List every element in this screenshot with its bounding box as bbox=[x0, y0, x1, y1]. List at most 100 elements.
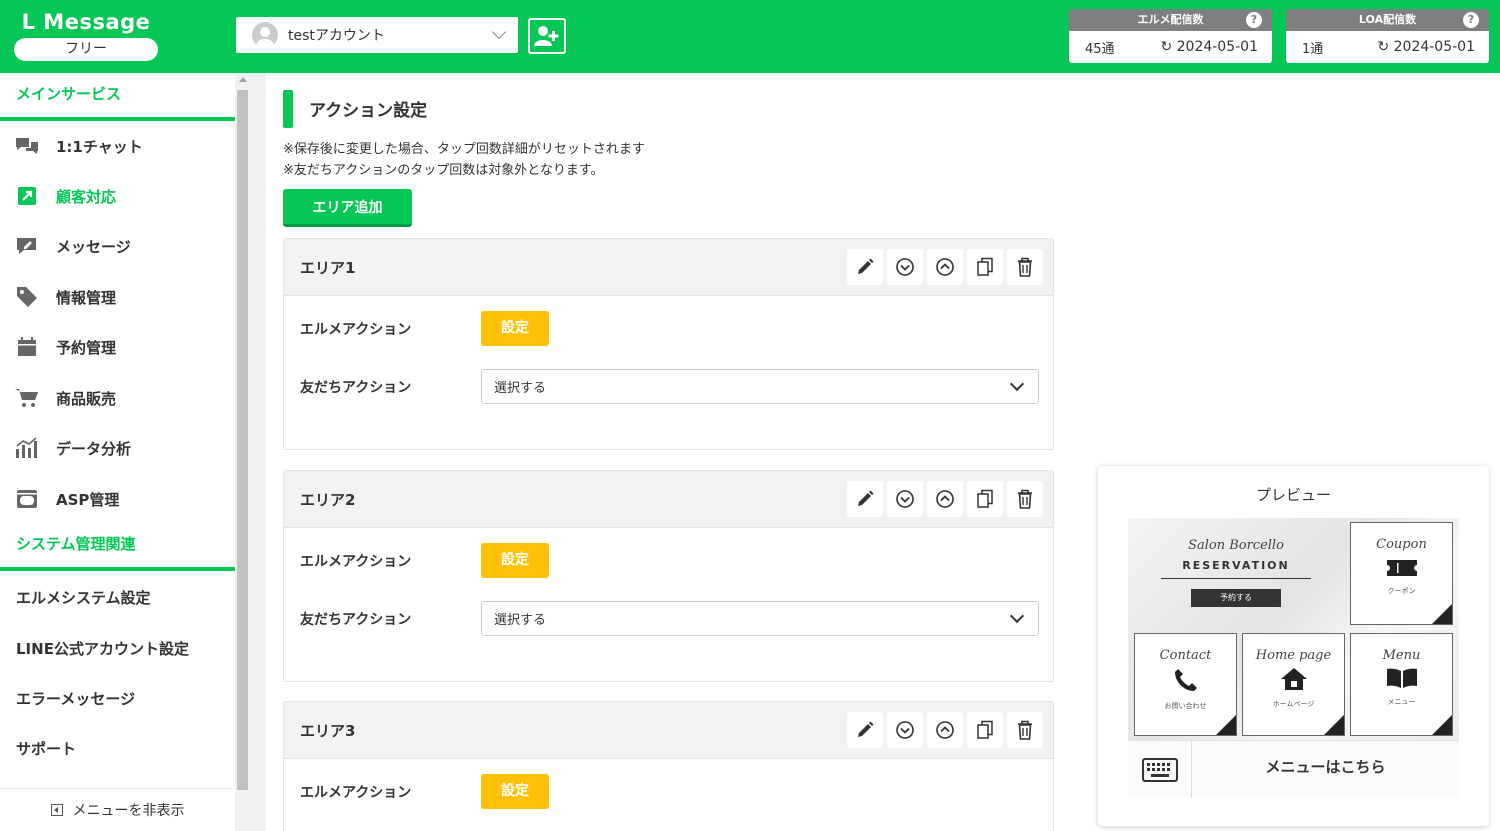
sidebar-scrollbar[interactable] bbox=[235, 73, 250, 831]
user-plus-icon bbox=[534, 26, 559, 46]
title-accent-bar bbox=[283, 90, 293, 128]
delete-button[interactable] bbox=[1007, 481, 1043, 517]
area-card-2: エリア2 エルメアクション 設定 友だちアクション 選択する bbox=[283, 470, 1054, 682]
sidebar-item-asp[interactable]: ASP管理 bbox=[0, 474, 235, 524]
sidebar-item-error-message[interactable]: エラーメッセージ bbox=[0, 673, 235, 723]
stat-date: 2024-05-01 bbox=[1393, 39, 1475, 55]
rich-menu-preview[interactable]: Salon Borcello RESERVATION 予約する Coupon ク… bbox=[1128, 518, 1459, 798]
move-up-button[interactable] bbox=[927, 249, 963, 285]
account-select[interactable]: testアカウント bbox=[236, 17, 518, 53]
friend-action-select[interactable]: 選択する bbox=[481, 601, 1039, 636]
sidebar-item-support[interactable]: サポート bbox=[0, 723, 235, 773]
sidebar-item-lme-system-settings[interactable]: エルメシステム設定 bbox=[0, 572, 235, 622]
copy-icon bbox=[977, 720, 993, 739]
note-reset: ※保存後に変更した場合、タップ回数詳細がリセットされます bbox=[283, 142, 645, 157]
lme-action-label: エルメアクション bbox=[300, 785, 412, 801]
sidebar-item-info[interactable]: 情報管理 bbox=[0, 272, 235, 322]
ticket-icon bbox=[1386, 560, 1417, 576]
help-icon[interactable]: ? bbox=[1463, 12, 1479, 28]
sidebar-item-analytics[interactable]: データ分析 bbox=[0, 423, 235, 473]
area-card-1: エリア1 エルメアクション 設定 友だちアクション 選択する bbox=[283, 238, 1054, 450]
edit-button[interactable] bbox=[847, 481, 883, 517]
lme-action-set-button[interactable]: 設定 bbox=[481, 311, 549, 346]
logo[interactable]: L Message フリー bbox=[14, 10, 158, 61]
delete-button[interactable] bbox=[1007, 712, 1043, 748]
scrollbar-thumb[interactable] bbox=[237, 90, 248, 790]
pencil-icon bbox=[858, 490, 874, 506]
copy-icon bbox=[977, 489, 993, 508]
refresh-icon[interactable]: ↻ bbox=[1377, 39, 1389, 55]
contact-cell[interactable]: Contact お問い合わせ bbox=[1134, 633, 1237, 736]
hide-menu-button[interactable]: メニューを非表示 bbox=[0, 788, 235, 831]
move-down-button[interactable] bbox=[887, 481, 923, 517]
keyboard-toggle[interactable] bbox=[1128, 741, 1192, 798]
top-header: L Message フリー testアカウント エルメ配信数 ? 45通 ↻ 2… bbox=[0, 0, 1500, 73]
sidebar-item-chat[interactable]: 1:1チャット bbox=[0, 121, 235, 171]
refresh-icon[interactable]: ↻ bbox=[1160, 39, 1172, 55]
house-icon bbox=[1280, 668, 1307, 690]
chat-icon bbox=[14, 133, 40, 159]
friend-action-select[interactable]: 選択する bbox=[481, 369, 1039, 404]
page-title: アクション設定 bbox=[309, 101, 428, 121]
check-corner-icon bbox=[1432, 715, 1452, 735]
scroll-up-arrow-icon[interactable] bbox=[239, 77, 247, 82]
edit-button[interactable] bbox=[847, 249, 883, 285]
customer-arrow-icon bbox=[14, 183, 40, 209]
circle-chevron-down-icon bbox=[896, 490, 914, 508]
lme-action-label: エルメアクション bbox=[300, 554, 412, 570]
select-value: 選択する bbox=[494, 613, 547, 628]
trash-icon bbox=[1018, 489, 1032, 509]
sidebar-item-message[interactable]: メッセージ bbox=[0, 221, 235, 271]
move-down-button[interactable] bbox=[887, 249, 923, 285]
sidebar-item-sales[interactable]: 商品販売 bbox=[0, 373, 235, 423]
menu-cell[interactable]: Menu メニュー bbox=[1350, 633, 1453, 736]
edit-button[interactable] bbox=[847, 712, 883, 748]
check-corner-icon bbox=[1324, 715, 1344, 735]
delete-button[interactable] bbox=[1007, 249, 1043, 285]
sidebar-item-label: ASP管理 bbox=[56, 490, 120, 509]
area-name: エリア2 bbox=[300, 491, 356, 509]
coupon-cell[interactable]: Coupon クーポン bbox=[1350, 522, 1453, 625]
lme-delivery-stats: エルメ配信数 ? 45通 ↻ 2024-05-01 bbox=[1069, 9, 1272, 63]
sidebar-item-reservation[interactable]: 予約管理 bbox=[0, 322, 235, 372]
trash-icon bbox=[1018, 720, 1032, 740]
lme-action-set-button[interactable]: 設定 bbox=[481, 543, 549, 578]
friend-action-label: 友だちアクション bbox=[300, 380, 412, 396]
check-corner-icon bbox=[1432, 604, 1452, 624]
homepage-cell[interactable]: Home page ホームページ bbox=[1242, 633, 1345, 736]
calendar-icon bbox=[14, 334, 40, 360]
sidebar-item-label: 予約管理 bbox=[56, 338, 117, 357]
preview-title: プレビュー bbox=[1255, 486, 1331, 504]
avatar-icon bbox=[252, 22, 278, 48]
move-down-button[interactable] bbox=[887, 712, 923, 748]
move-up-button[interactable] bbox=[927, 712, 963, 748]
add-area-button[interactable]: エリア追加 bbox=[283, 189, 412, 227]
menu-bar-text[interactable]: メニューはこちら bbox=[1192, 741, 1459, 798]
copy-button[interactable] bbox=[967, 481, 1003, 517]
plan-badge: フリー bbox=[14, 38, 158, 61]
sidebar-item-customer[interactable]: 顧客対応 bbox=[0, 171, 235, 221]
pencil-icon bbox=[858, 258, 874, 274]
copy-button[interactable] bbox=[967, 249, 1003, 285]
add-account-button[interactable] bbox=[528, 18, 566, 54]
preview-card: プレビュー Salon Borcello RESERVATION 予約する Co… bbox=[1098, 466, 1489, 826]
move-up-button[interactable] bbox=[927, 481, 963, 517]
logo-title: L Message bbox=[21, 10, 151, 34]
chevron-down-icon bbox=[491, 24, 507, 40]
copy-button[interactable] bbox=[967, 712, 1003, 748]
main-content: アクション設定 ※保存後に変更した場合、タップ回数詳細がリセットされます ※友だ… bbox=[266, 73, 1070, 831]
collapse-icon bbox=[50, 804, 63, 816]
lme-action-set-button[interactable]: 設定 bbox=[481, 774, 549, 809]
hide-menu-label: メニューを非表示 bbox=[72, 803, 185, 819]
help-icon[interactable]: ? bbox=[1246, 12, 1262, 28]
book-icon bbox=[1386, 668, 1417, 688]
section-main-services: メインサービス bbox=[0, 73, 235, 121]
tag-icon bbox=[14, 284, 40, 310]
right-panel: プレビュー Salon Borcello RESERVATION 予約する Co… bbox=[1070, 73, 1500, 831]
lme-action-label: エルメアクション bbox=[300, 322, 412, 338]
reservation-area[interactable]: Salon Borcello RESERVATION 予約する bbox=[1128, 518, 1344, 624]
phone-icon bbox=[1174, 669, 1197, 691]
sidebar-item-label: メッセージ bbox=[56, 237, 131, 256]
sidebar-item-line-account-settings[interactable]: LINE公式アカウント設定 bbox=[0, 623, 235, 673]
check-corner-icon bbox=[1216, 715, 1236, 735]
